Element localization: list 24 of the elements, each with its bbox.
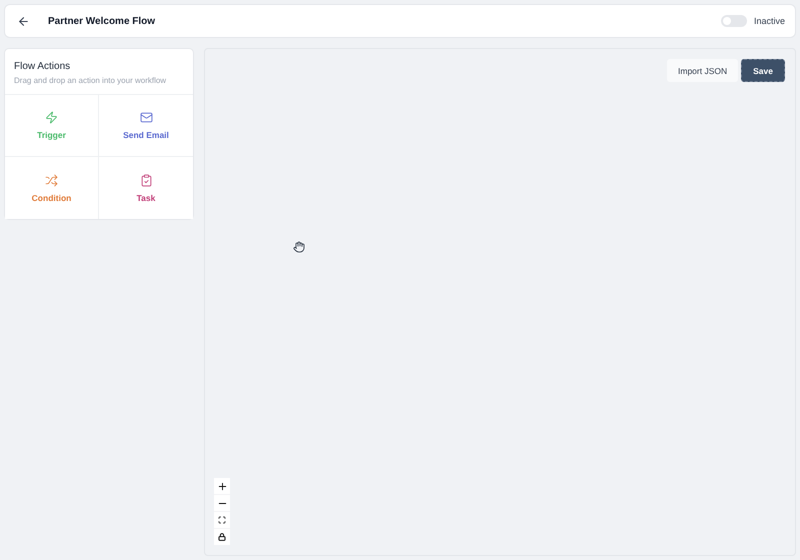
flow-title: Partner Welcome Flow <box>48 16 156 26</box>
save-button[interactable]: Save <box>741 59 785 82</box>
panel-subtitle: Drag and drop an action into your workflow <box>14 76 168 85</box>
zoom-out-button[interactable] <box>214 495 230 511</box>
import-button[interactable]: Import JSON <box>667 59 738 82</box>
toggle-label: Inactive <box>754 16 785 26</box>
back-arrow-icon <box>17 14 30 28</box>
action-tile[interactable]: Condition <box>5 157 99 219</box>
back-button[interactable] <box>17 14 30 28</box>
active-toggle[interactable] <box>720 15 747 27</box>
clipboard-check-icon <box>140 174 152 186</box>
fit-view-button[interactable] <box>214 512 230 528</box>
flow-canvas[interactable]: Import JSON Save <box>204 48 796 556</box>
lightning-icon <box>45 111 58 124</box>
shuffle-icon <box>45 174 58 186</box>
lock-icon <box>218 533 226 541</box>
fit-view-icon <box>218 516 226 524</box>
envelope-icon <box>140 111 152 124</box>
plus-icon <box>216 480 228 492</box>
action-tile[interactable]: Trigger <box>5 95 99 157</box>
lock-button[interactable] <box>214 529 230 545</box>
panel-title: Flow Actions <box>14 61 72 72</box>
hand-cursor-icon <box>293 241 305 253</box>
zoom-in-button[interactable] <box>214 478 230 494</box>
